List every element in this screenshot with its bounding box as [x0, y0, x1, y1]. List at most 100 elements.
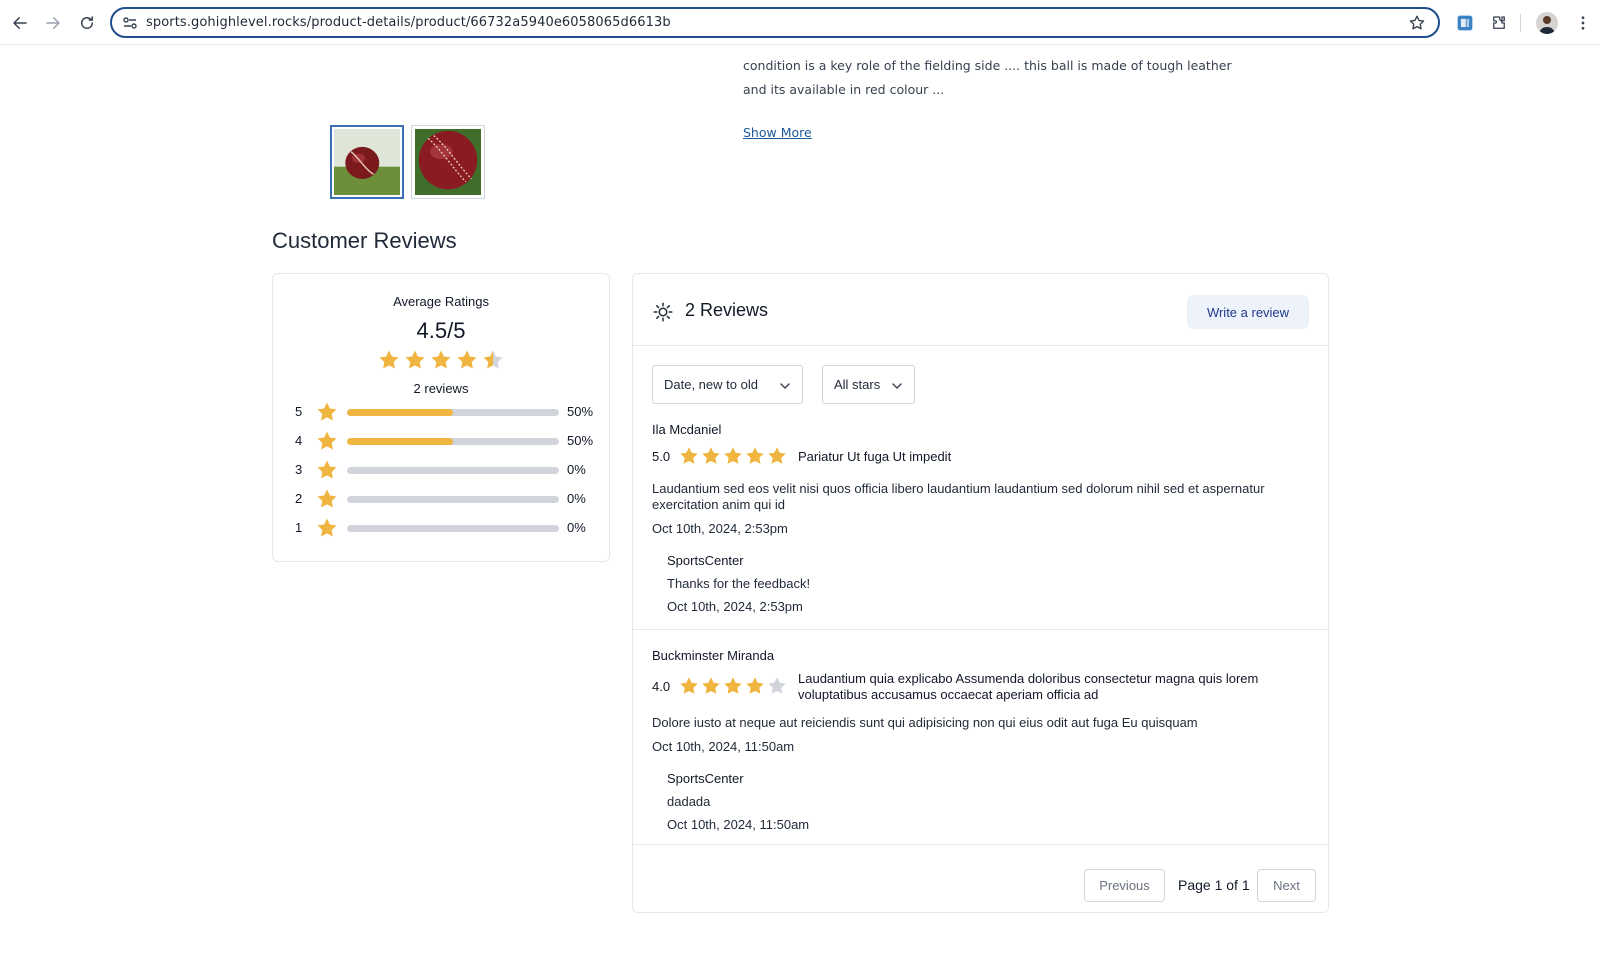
- star-icon: [746, 677, 764, 694]
- profile-avatar[interactable]: [1536, 12, 1558, 34]
- star-level-label: 1: [295, 520, 303, 535]
- review-date: Oct 10th, 2024, 2:53pm: [652, 521, 788, 536]
- reply-text: Thanks for the feedback!: [667, 576, 811, 591]
- star-icon: [724, 677, 742, 694]
- browser-toolbar: sports.gohighlevel.rocks/product-details…: [0, 0, 1600, 45]
- reply-author: SportsCenter: [667, 553, 744, 568]
- star-icon: [431, 350, 451, 369]
- forward-button[interactable]: [41, 11, 65, 35]
- rating-bar-track: [347, 409, 559, 416]
- star-icon: [317, 431, 337, 450]
- rating-distribution-row-4[interactable]: 4 50%: [295, 429, 595, 453]
- review-body: Laudantium sed eos velit nisi quos offic…: [652, 481, 1265, 512]
- review-score: 5.0: [652, 449, 671, 464]
- rating-distribution-row-2[interactable]: 2 0%: [295, 487, 595, 511]
- sort-dropdown[interactable]: Date, new to old: [652, 365, 803, 404]
- review-stars: [678, 675, 788, 697]
- star-icon: [483, 350, 503, 369]
- star-icon: [724, 447, 742, 464]
- product-thumbnail-2[interactable]: [411, 125, 485, 199]
- rating-distribution-row-3[interactable]: 3 0%: [295, 458, 595, 482]
- star-icon: [680, 677, 698, 694]
- star-outline-icon[interactable]: [1408, 14, 1426, 32]
- kebab-menu-icon: [1581, 16, 1585, 30]
- write-review-button[interactable]: Write a review: [1187, 295, 1309, 329]
- cricket-ball-image: [415, 129, 481, 195]
- review-title: Laudantium quia explicabo Assumenda dolo…: [798, 671, 1259, 702]
- show-more-link[interactable]: Show More: [743, 125, 812, 140]
- seller-reply: SportsCenter dadada Oct 10th, 2024, 11:5…: [667, 771, 1302, 832]
- product-thumbnail-1[interactable]: [330, 125, 404, 199]
- star-icon: [405, 350, 425, 369]
- reply-author: SportsCenter: [667, 771, 744, 786]
- review-score: 4.0: [652, 679, 671, 694]
- review-date: Oct 10th, 2024, 11:50am: [652, 739, 795, 754]
- review-item: Buckminster Miranda 4.0 Laudantium quia …: [652, 648, 1302, 832]
- rating-bar-fill: [347, 438, 453, 445]
- average-ratings-card: Average Ratings 4.5/5 2 reviews 5 50% 4 …: [272, 273, 610, 562]
- rating-percent: 50%: [567, 404, 594, 419]
- extensions-menu-button[interactable]: [1488, 12, 1510, 34]
- rating-bar-track: [347, 496, 559, 503]
- average-rating-stars: [377, 348, 505, 372]
- star-icon: [746, 447, 764, 464]
- star-icon: [317, 489, 337, 508]
- star-icon: [317, 518, 337, 537]
- reviews-header: 2 Reviews Write a review: [633, 274, 1328, 346]
- star-icon: [768, 447, 786, 464]
- puzzle-icon: [1493, 16, 1505, 29]
- star-icon: [702, 447, 720, 464]
- average-ratings-label: Average Ratings: [393, 294, 489, 309]
- reload-icon: [81, 16, 93, 29]
- review-rating-line: 4.0 Laudantium quia explicabo Assumenda …: [652, 671, 1302, 703]
- tune-icon[interactable]: [122, 15, 138, 31]
- seller-reply: SportsCenter Thanks for the feedback! Oc…: [667, 553, 1302, 614]
- sun-icon: [653, 302, 673, 322]
- rating-percent: 0%: [567, 462, 586, 477]
- star-level-label: 3: [295, 462, 303, 477]
- rating-percent: 0%: [567, 520, 586, 535]
- star-filter-dropdown[interactable]: All stars: [822, 365, 915, 404]
- url-text[interactable]: sports.gohighlevel.rocks/product-details…: [146, 15, 671, 30]
- reviews-list-card: 2 Reviews Write a review Date, new to ol…: [632, 273, 1329, 913]
- review-item: Ila Mcdaniel 5.0 Pariatur Ut fuga Ut imp…: [652, 422, 1302, 614]
- rating-bar-track: [347, 438, 559, 445]
- extension-app-icon: [1457, 15, 1473, 31]
- chevron-down-icon: [780, 383, 790, 389]
- forward-arrow-icon: [46, 17, 60, 29]
- reply-date: Oct 10th, 2024, 2:53pm: [667, 599, 803, 614]
- review-body: Dolore iusto at neque aut reiciendis sun…: [652, 715, 1198, 730]
- page-indicator: Page 1 of 1: [1178, 877, 1250, 893]
- rating-distribution-row-5[interactable]: 5 50%: [295, 400, 595, 424]
- star-icon: [702, 677, 720, 694]
- sort-dropdown-value: Date, new to old: [664, 377, 758, 392]
- previous-page-button[interactable]: Previous: [1084, 869, 1165, 902]
- rating-percent: 0%: [567, 491, 586, 506]
- address-bar[interactable]: sports.gohighlevel.rocks/product-details…: [110, 7, 1440, 38]
- back-button[interactable]: [8, 11, 32, 35]
- review-stars: [678, 445, 788, 467]
- star-level-label: 5: [295, 404, 303, 419]
- rating-distribution-row-1[interactable]: 1 0%: [295, 516, 595, 540]
- average-rating-value: 4.5/5: [416, 318, 466, 343]
- reload-button[interactable]: [75, 11, 99, 35]
- browser-menu-button[interactable]: [1572, 12, 1594, 34]
- reviews-count-heading: 2 Reviews: [685, 300, 769, 320]
- review-divider: [633, 629, 1328, 630]
- cricket-ball-image: [334, 129, 400, 195]
- rating-bar-track: [347, 525, 559, 532]
- chevron-down-icon: [892, 383, 902, 389]
- back-arrow-icon: [13, 17, 27, 29]
- review-rating-line: 5.0 Pariatur Ut fuga Ut impedit: [652, 445, 1302, 469]
- product-description: condition is a key role of the fielding …: [743, 58, 1232, 97]
- extension-button[interactable]: [1454, 12, 1476, 34]
- customer-reviews-heading: Customer Reviews: [272, 228, 457, 253]
- next-page-button[interactable]: Next: [1257, 869, 1316, 902]
- toolbar-divider: [1520, 14, 1521, 32]
- star-level-label: 2: [295, 491, 303, 506]
- rating-bar-fill: [347, 409, 453, 416]
- review-title: Pariatur Ut fuga Ut impedit: [798, 449, 952, 464]
- pagination-divider: [633, 844, 1328, 845]
- star-icon: [768, 677, 786, 694]
- reply-date: Oct 10th, 2024, 11:50am: [667, 817, 810, 832]
